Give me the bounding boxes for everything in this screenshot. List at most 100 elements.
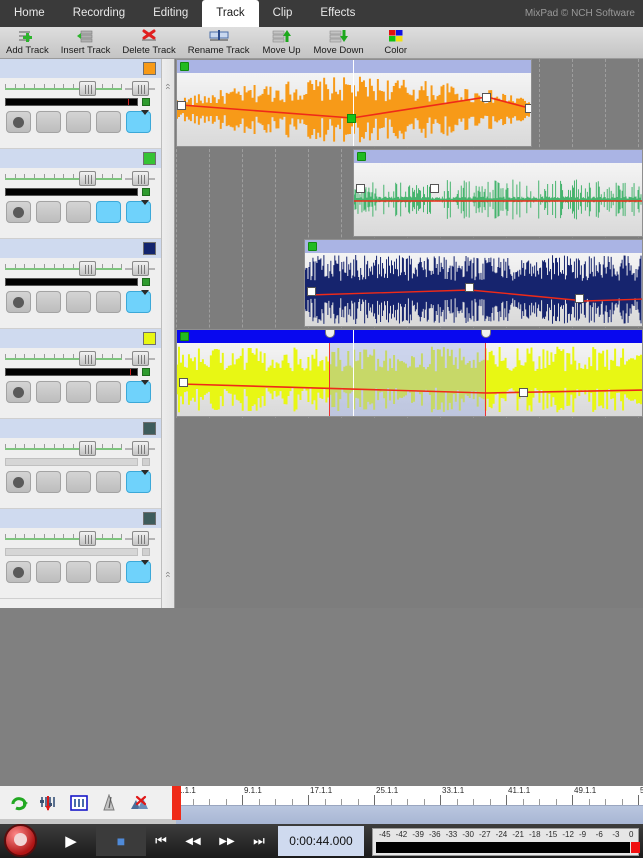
timeline-ruler[interactable]: 1.1.1 9.1.1 17.1.1 25.1.1 33.1.1 41.1.1 … — [176, 786, 643, 824]
audio-clip[interactable] — [304, 239, 643, 327]
pan-slider-handle[interactable] — [132, 81, 149, 96]
collapse-chevron-bottom-icon[interactable]: ‹‹ — [165, 572, 172, 578]
track-solo-button[interactable] — [66, 201, 91, 223]
clip-lock-icon[interactable] — [180, 332, 189, 341]
track-fx-button[interactable] — [96, 561, 121, 583]
track-color-swatch[interactable] — [143, 62, 156, 75]
volume-slider-handle[interactable] — [79, 171, 96, 186]
track-envelope-button[interactable] — [126, 561, 151, 583]
collapse-chevron-top-icon[interactable]: ‹‹ — [165, 84, 172, 90]
track-mute-button[interactable] — [36, 381, 61, 403]
volume-slider-track[interactable] — [5, 88, 122, 90]
snap-off-icon[interactable] — [128, 792, 150, 814]
volume-slider-handle[interactable] — [79, 531, 96, 546]
track-fx-button[interactable] — [96, 381, 121, 403]
rename-track-button[interactable]: Rename Track — [182, 27, 256, 59]
track-header[interactable] — [0, 509, 161, 599]
tab-effects[interactable]: Effects — [306, 0, 369, 27]
envelope-handle[interactable] — [177, 101, 186, 110]
envelope-handle[interactable] — [179, 378, 188, 387]
track-arm-record-button[interactable] — [6, 111, 31, 133]
stop-button[interactable]: ■ — [96, 826, 146, 856]
forward-button[interactable]: ▶▶ — [210, 826, 244, 856]
timeline-canvas[interactable] — [176, 59, 643, 608]
volume-slider-handle[interactable] — [79, 351, 96, 366]
track-mute-button[interactable] — [36, 111, 61, 133]
empty-track-rows[interactable] — [176, 419, 643, 608]
track-header[interactable] — [0, 419, 161, 509]
envelope-handle[interactable] — [307, 287, 316, 296]
tab-home[interactable]: Home — [0, 0, 59, 27]
add-track-button[interactable]: Add Track — [0, 27, 55, 59]
chevron-down-icon[interactable] — [141, 380, 149, 385]
tab-track[interactable]: Track — [202, 0, 258, 27]
track-mute-button[interactable] — [36, 471, 61, 493]
clip-lock-icon[interactable] — [357, 152, 366, 161]
track-color-swatch[interactable] — [143, 152, 156, 165]
pan-slider-handle[interactable] — [132, 531, 149, 546]
volume-slider-handle[interactable] — [79, 261, 96, 276]
track-solo-button[interactable] — [66, 471, 91, 493]
track-title-row[interactable] — [0, 149, 161, 168]
ruler-scrub-area[interactable] — [176, 805, 643, 824]
tab-editing[interactable]: Editing — [139, 0, 202, 27]
pan-slider-handle[interactable] — [132, 441, 149, 456]
chevron-down-icon[interactable] — [141, 110, 149, 115]
clip-header[interactable] — [354, 150, 642, 163]
volume-slider-track[interactable] — [5, 538, 122, 540]
track-title-row[interactable] — [0, 509, 161, 528]
chevron-down-icon[interactable] — [141, 470, 149, 475]
color-button[interactable]: Color — [370, 27, 422, 59]
delete-track-button[interactable]: Delete Track — [116, 27, 181, 59]
loop-refresh-icon[interactable] — [8, 792, 30, 814]
track-arm-record-button[interactable] — [6, 381, 31, 403]
pan-slider-handle[interactable] — [132, 171, 149, 186]
track-title-row[interactable] — [0, 59, 161, 78]
panel-splitter[interactable]: ‹‹ ‹‹ — [161, 59, 175, 608]
track-arm-record-button[interactable] — [6, 561, 31, 583]
envelope-handle[interactable] — [356, 184, 365, 193]
track-header[interactable] — [0, 239, 161, 329]
envelope-handle[interactable] — [575, 294, 584, 303]
skip-start-button[interactable]: ⏮ — [146, 826, 176, 856]
move-down-button[interactable]: Move Down — [308, 27, 370, 59]
pan-slider-handle[interactable] — [132, 261, 149, 276]
track-solo-button[interactable] — [66, 111, 91, 133]
track-fx-button[interactable] — [96, 471, 121, 493]
pan-slider-handle[interactable] — [132, 351, 149, 366]
track-color-swatch[interactable] — [143, 242, 156, 255]
track-fx-button[interactable] — [96, 111, 121, 133]
timeline-track-row[interactable] — [176, 239, 643, 329]
clip-lock-icon[interactable] — [180, 62, 189, 71]
tab-clip[interactable]: Clip — [259, 0, 307, 27]
rewind-button[interactable]: ◀◀ — [176, 826, 210, 856]
chevron-down-icon[interactable] — [141, 560, 149, 565]
volume-slider-handle[interactable] — [79, 441, 96, 456]
track-arm-record-button[interactable] — [6, 471, 31, 493]
volume-slider-handle[interactable] — [79, 81, 96, 96]
timeline-track-row[interactable] — [176, 149, 643, 239]
move-up-button[interactable]: Move Up — [256, 27, 308, 59]
clip-header[interactable] — [305, 240, 642, 253]
track-title-row[interactable] — [0, 329, 161, 348]
metronome-icon[interactable] — [98, 792, 120, 814]
audio-clip[interactable] — [176, 329, 643, 417]
track-solo-button[interactable] — [66, 561, 91, 583]
envelope-handle[interactable] — [482, 93, 491, 102]
volume-slider-track[interactable] — [5, 448, 122, 450]
timeline-track-row[interactable] — [176, 59, 643, 149]
envelope-handle[interactable] — [465, 283, 474, 292]
tab-recording[interactable]: Recording — [59, 0, 139, 27]
track-arm-record-button[interactable] — [6, 201, 31, 223]
record-button[interactable] — [4, 824, 37, 857]
envelope-handle[interactable] — [519, 388, 528, 397]
clip-header[interactable] — [177, 60, 531, 73]
track-envelope-button[interactable] — [126, 381, 151, 403]
chevron-down-icon[interactable] — [141, 200, 149, 205]
mixer-levels-icon[interactable] — [38, 792, 60, 814]
track-header[interactable] — [0, 329, 161, 419]
playhead-marker[interactable] — [172, 786, 181, 820]
track-title-row[interactable] — [0, 419, 161, 438]
track-color-swatch[interactable] — [143, 332, 156, 345]
track-solo-button[interactable] — [66, 291, 91, 313]
